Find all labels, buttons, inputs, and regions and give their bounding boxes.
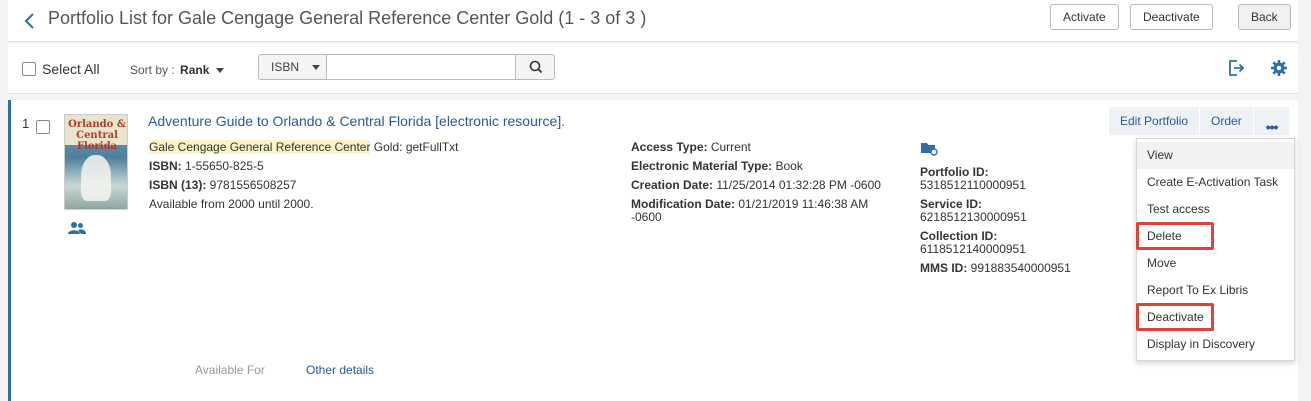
portfolio-record: 1 Orlando & Central Florida Adventure Gu… [8,100,1298,401]
record-title-link[interactable]: Adventure Guide to Orlando & Central Flo… [148,113,565,129]
menu-item-move[interactable]: Move [1137,250,1294,277]
row-actions-menu: View Create E-Activation Task Test acces… [1136,138,1295,361]
creation-date-value: 11/25/2014 01:32:28 PM -0600 [713,178,881,192]
service-id: Service ID: 6218512130000951 [920,198,1071,224]
search-icon [529,60,543,74]
gear-icon[interactable] [1270,59,1288,77]
collection-id-value: 6118512140000951 [920,242,1026,256]
menu-item-delete[interactable]: Delete [1137,223,1294,250]
portfolio-id-value: 5318512110000951 [920,178,1026,192]
record-actions: Edit Portfolio Order ••• [1109,107,1290,135]
creation-date-line: Creation Date: 11/25/2014 01:32:28 PM -0… [631,176,881,195]
material-type-label: Electronic Material Type: [631,159,773,173]
isbn-value: 1-55650-825-5 [181,159,264,173]
search-input[interactable] [327,54,516,80]
availability-line: Available from 2000 until 2000. [149,197,314,211]
material-type-value: Book [772,159,803,173]
activate-button[interactable]: Activate [1050,4,1119,30]
select-all-label[interactable]: Select All [42,61,100,77]
portfolio-id: Portfolio ID: 5318512110000951 [920,166,1071,192]
mms-id-label: MMS ID: [920,261,968,275]
record-details-left: Gale Cengage General Reference Center Go… [149,138,459,214]
chevron-down-icon[interactable] [216,68,224,73]
record-details-middle: Access Type: Current Electronic Material… [631,138,881,224]
search-field-select[interactable]: ISBN [258,54,327,80]
creation-date-label: Creation Date: [631,178,714,192]
menu-item-create-e-activation-task[interactable]: Create E-Activation Task [1137,169,1294,196]
menu-item-view[interactable]: View [1137,142,1294,169]
export-icon[interactable] [1227,59,1245,77]
collection-line: Gale Cengage General Reference Center Go… [149,138,459,157]
menu-item-display-in-discovery[interactable]: Display in Discovery [1137,331,1294,358]
record-checkbox[interactable] [36,120,50,134]
record-number: 1 [22,116,30,131]
isbn13-label: ISBN (13): [149,178,207,192]
access-type-label: Access Type: [631,140,708,154]
list-toolbar: Select All Sort by : Rank ISBN [8,44,1298,94]
chevron-down-icon [312,65,320,70]
sort-by-value: Rank [180,63,210,77]
access-type-value: Current [707,140,751,154]
cover-bird-image [81,155,111,201]
page-title: Portfolio List for Gale Cengage General … [48,8,647,28]
deactivate-button[interactable]: Deactivate [1130,4,1213,30]
users-icon[interactable] [68,221,86,235]
back-chevron-icon[interactable] [20,11,40,31]
service-id-value: 6218512130000951 [920,210,1027,224]
sort-by-label: Sort by : [130,63,175,77]
menu-item-report-to-ex-libris[interactable]: Report To Ex Libris [1137,277,1294,304]
portfolio-list-page: Portfolio List for Gale Cengage General … [0,0,1311,401]
access-type-line: Access Type: Current [631,138,881,157]
more-actions-button[interactable]: ••• [1253,107,1289,135]
material-type-line: Electronic Material Type: Book [631,157,881,176]
order-button[interactable]: Order [1200,107,1253,135]
select-all-checkbox[interactable] [22,62,36,76]
mms-id: MMS ID: 991883540000951 [920,262,1071,275]
modification-date-line: Modification Date: 01/21/2019 11:46:38 A… [631,198,881,224]
sort-by-dropdown[interactable]: Sort by : Rank [130,63,209,77]
isbn13-line: ISBN (13): 9781556508257 [149,176,459,195]
edit-portfolio-button[interactable]: Edit Portfolio [1109,107,1200,135]
collection-id: Collection ID: 6118512140000951 [920,230,1071,256]
back-button[interactable]: Back [1238,4,1291,30]
collection-highlight: Gale Cengage General Reference Center [149,140,371,154]
isbn-line: ISBN: 1-55650-825-5 [149,157,459,176]
search-field-value: ISBN [271,60,300,74]
cover-title: Orlando & Central Florida [68,119,126,152]
collection-suffix: Gold: getFullTxt [370,140,459,154]
page-header: Portfolio List for Gale Cengage General … [8,0,1298,42]
book-cover-thumbnail: Orlando & Central Florida [64,114,128,210]
isbn13-value: 9781556508257 [206,178,297,192]
record-details-right: Portfolio ID: 5318512110000951 Service ID… [920,166,1071,281]
mms-id-value: 991883540000951 [967,261,1071,275]
isbn-label: ISBN: [149,159,182,173]
search-button[interactable] [515,54,555,80]
tab-other-details[interactable]: Other details [306,363,374,377]
menu-item-deactivate[interactable]: Deactivate [1137,304,1294,331]
tab-available-for[interactable]: Available For [195,363,265,377]
folder-link-icon [921,143,938,156]
ellipsis-icon: ••• [1265,119,1279,135]
menu-item-test-access[interactable]: Test access [1137,196,1294,223]
modification-date-label: Modification Date: [631,197,735,211]
